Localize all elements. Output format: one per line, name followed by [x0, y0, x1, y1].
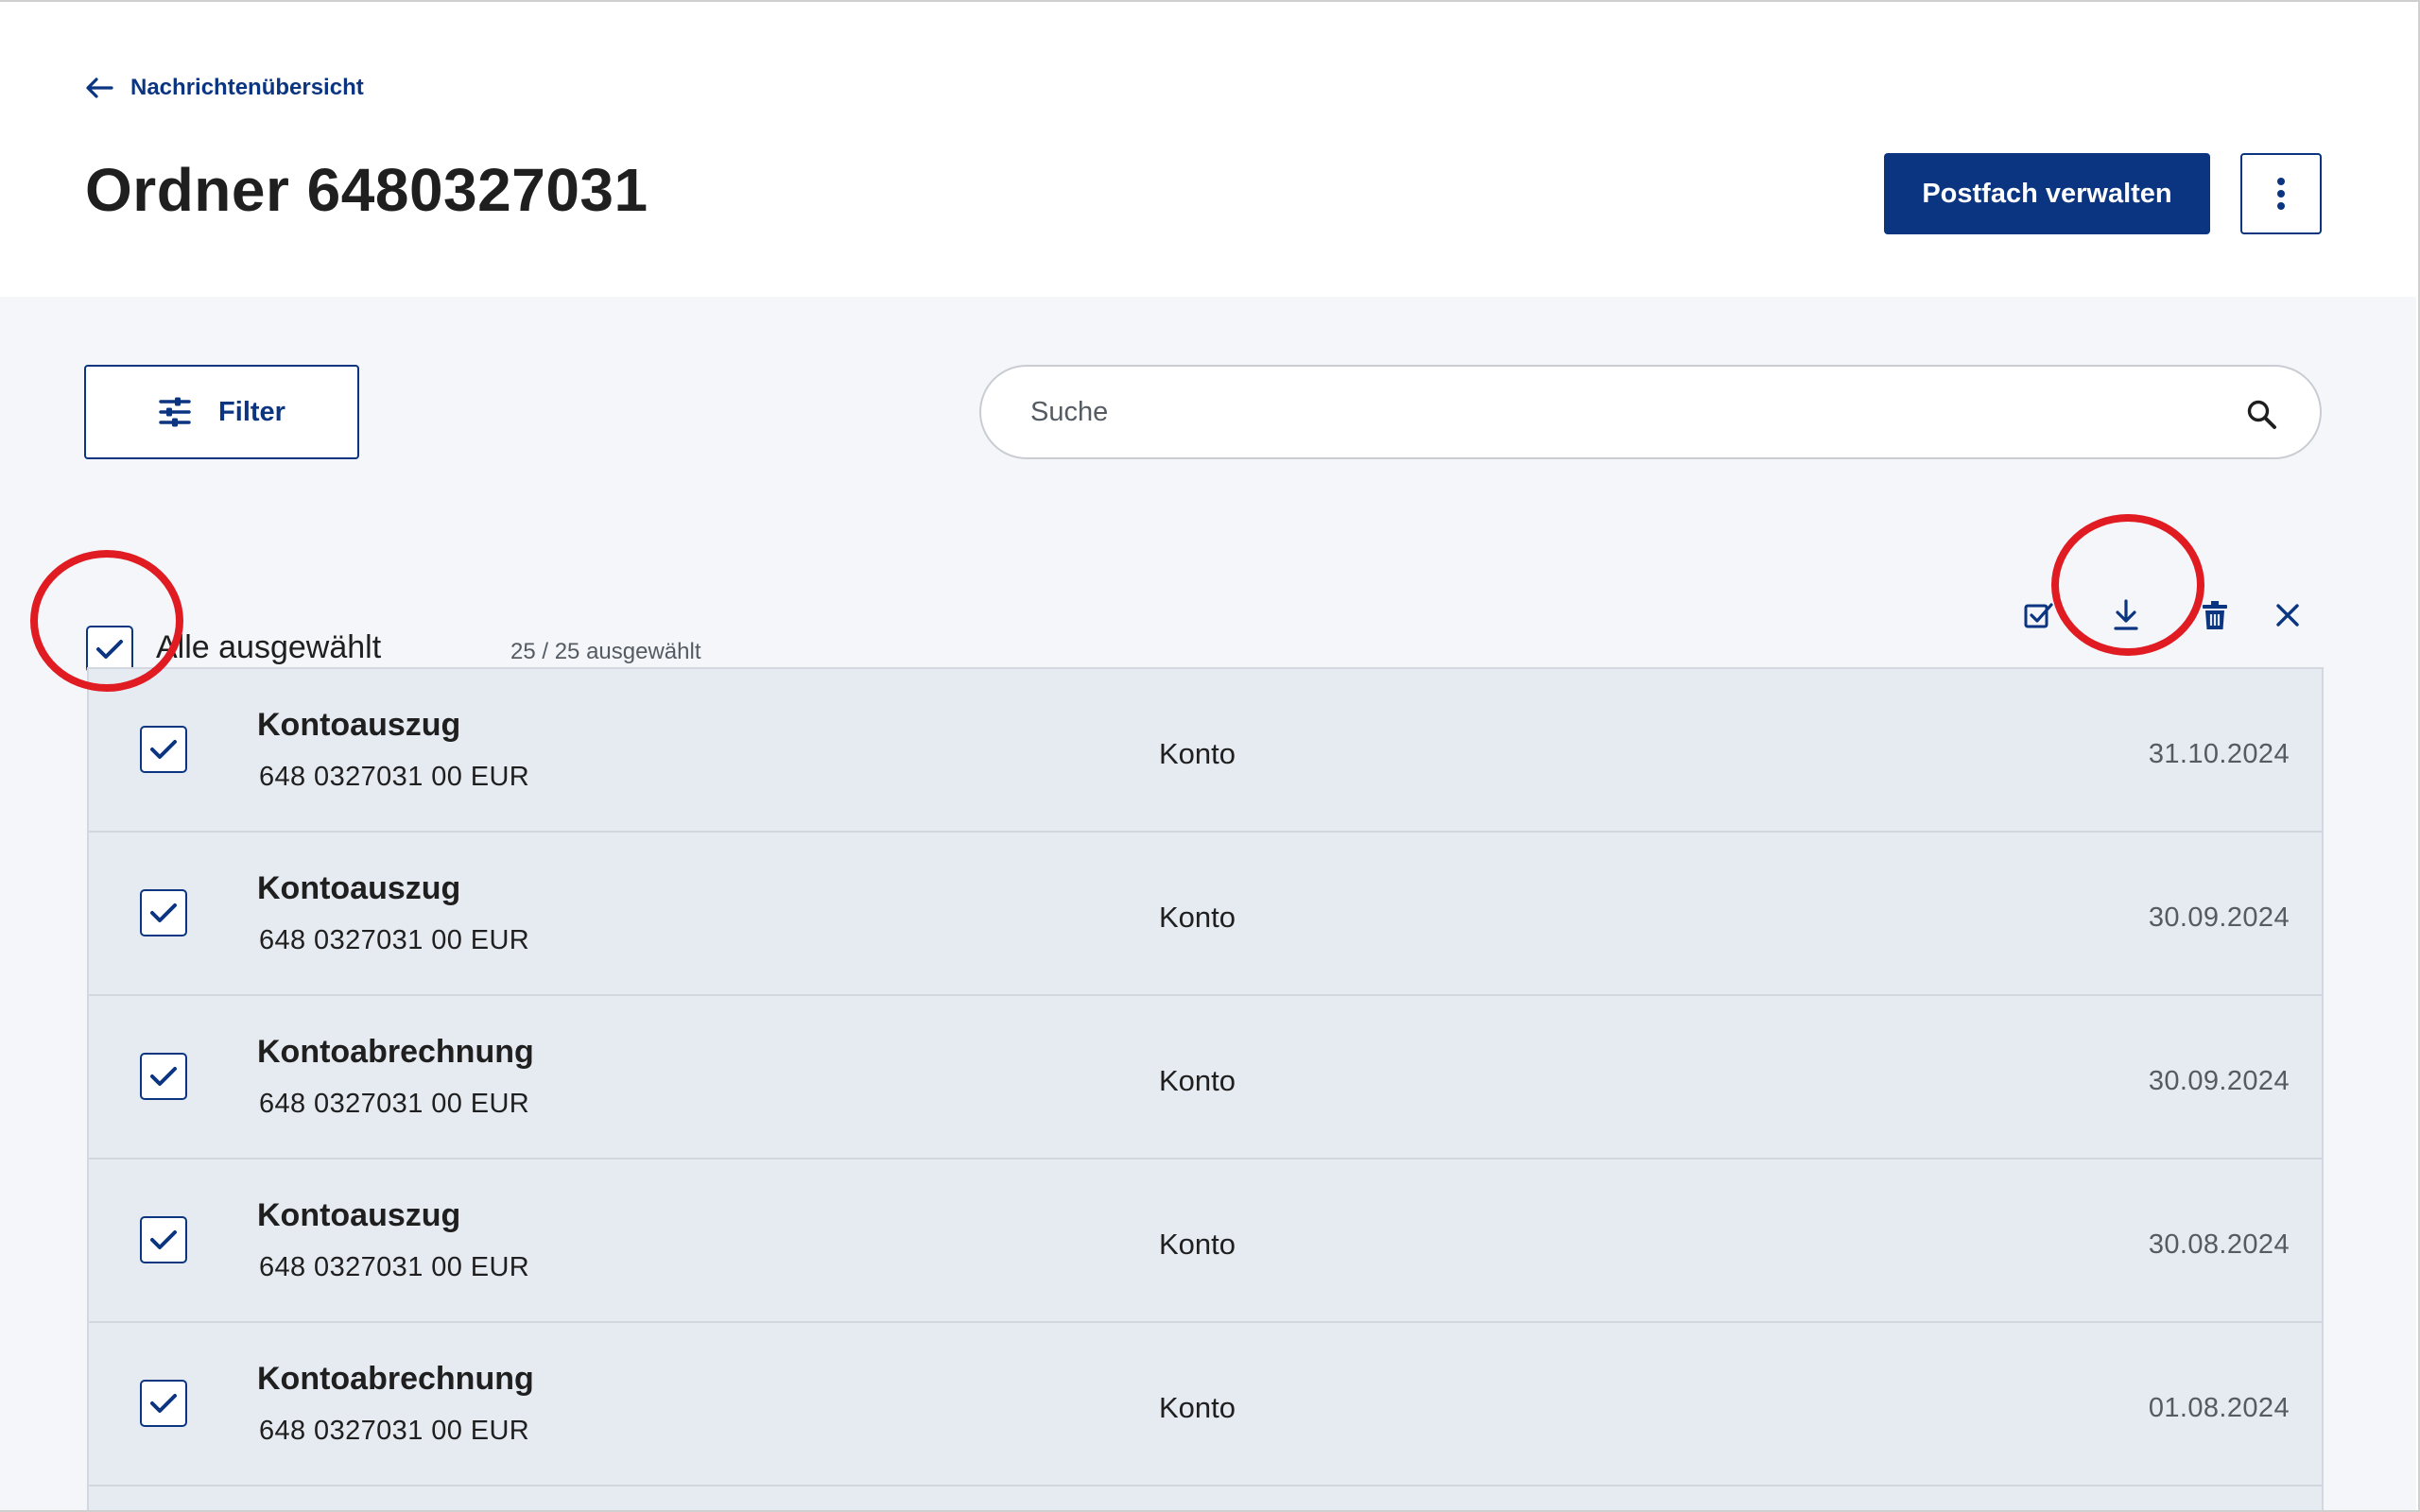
table-row[interactable]: Kontoauszug 648 0327031 00 EUR Konto 30.…: [89, 833, 2322, 996]
table-row[interactable]: Kontoauszug 648 0327031 00 EUR Konto 30.…: [89, 1160, 2322, 1323]
row-checkbox[interactable]: [140, 889, 187, 936]
back-link-label: Nachrichtenübersicht: [130, 75, 364, 100]
row-checkbox[interactable]: [140, 726, 187, 773]
mark-read-icon: [2024, 603, 2053, 628]
document-category: Konto: [1159, 1228, 1236, 1261]
mark-read-button[interactable]: [2017, 594, 2059, 636]
checkmark-icon: [96, 640, 123, 659]
search-box: [979, 365, 2322, 459]
download-icon: [2114, 599, 2138, 630]
filter-button[interactable]: Filter: [84, 365, 359, 459]
document-title: Kontoauszug: [257, 707, 461, 743]
manage-mailbox-button[interactable]: Postfach verwalten: [1884, 153, 2210, 234]
table-row[interactable]: Kontoabrechnung 648 0327031 00 EUR Konto…: [89, 1323, 2322, 1486]
back-link[interactable]: Nachrichtenübersicht: [85, 74, 364, 102]
checkmark-icon: [150, 1230, 177, 1249]
back-arrow-icon: [86, 77, 113, 98]
document-category: Konto: [1159, 737, 1236, 770]
document-date: 30.09.2024: [2148, 902, 2290, 933]
checkmark-icon: [150, 1067, 177, 1086]
document-account: 648 0327031 00 EUR: [259, 762, 530, 792]
document-category: Konto: [1159, 901, 1236, 934]
document-account: 648 0327031 00 EUR: [259, 925, 530, 955]
trash-icon: [2203, 601, 2227, 629]
page-title: Ordner 6480327031: [85, 156, 648, 224]
download-button[interactable]: [2105, 594, 2147, 636]
document-title: Kontoabrechnung: [257, 1034, 534, 1070]
document-date: 30.09.2024: [2148, 1066, 2290, 1096]
document-account: 648 0327031 00 EUR: [259, 1416, 530, 1446]
document-date: 30.08.2024: [2148, 1229, 2290, 1260]
more-vertical-icon: [2277, 178, 2285, 210]
row-checkbox[interactable]: [140, 1053, 187, 1100]
content-area: Filter Alle ausgewählt 25 / 25 ausgewähl…: [0, 297, 2416, 1510]
document-account: 648 0327031 00 EUR: [259, 1252, 530, 1282]
search-icon[interactable]: [2246, 399, 2278, 431]
document-title: Kontoauszug: [257, 870, 461, 906]
document-date: 01.08.2024: [2148, 1393, 2290, 1423]
select-all-checkbox[interactable]: [86, 626, 133, 673]
select-all-label: Alle ausgewählt: [156, 629, 382, 665]
selection-bar: Alle ausgewählt 25 / 25 ausgewählt: [0, 486, 2416, 673]
filter-sliders-icon: [159, 397, 191, 427]
checkmark-icon: [150, 740, 177, 759]
document-category: Konto: [1159, 1391, 1236, 1424]
row-checkbox[interactable]: [140, 1216, 187, 1263]
clear-selection-button[interactable]: [2267, 594, 2308, 636]
more-options-button[interactable]: [2240, 153, 2322, 234]
filter-label: Filter: [218, 396, 285, 427]
document-list: Kontoauszug 648 0327031 00 EUR Konto 31.…: [87, 667, 2324, 1510]
document-account: 648 0327031 00 EUR: [259, 1089, 530, 1119]
checkmark-icon: [150, 1394, 177, 1413]
checkmark-icon: [150, 903, 177, 922]
table-row[interactable]: Kontoabrechnung 648 0327031 00 EUR Konto…: [89, 996, 2322, 1160]
document-category: Konto: [1159, 1064, 1236, 1097]
document-title: Kontoauszug: [257, 1197, 461, 1233]
selection-count: 25 / 25 ausgewählt: [510, 639, 701, 664]
table-row[interactable]: Kontoauszug 648 0327031 00 EUR Konto 31.…: [89, 669, 2322, 833]
document-date: 31.10.2024: [2148, 739, 2290, 769]
row-checkbox[interactable]: [140, 1380, 187, 1427]
page-header: Nachrichtenübersicht Ordner 6480327031 P…: [0, 2, 2416, 297]
close-icon: [2276, 604, 2299, 627]
delete-button[interactable]: [2194, 594, 2236, 636]
search-input[interactable]: [1030, 384, 2165, 440]
document-title: Kontoabrechnung: [257, 1361, 534, 1397]
app-window: Nachrichtenübersicht Ordner 6480327031 P…: [0, 0, 2420, 1512]
